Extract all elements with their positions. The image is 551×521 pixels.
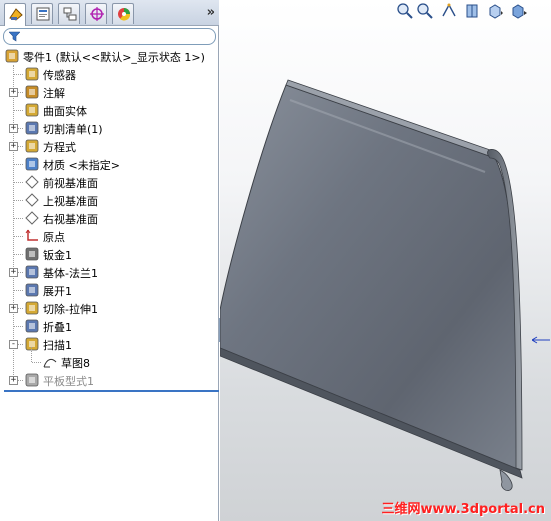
tree-item-7[interactable]: 前视基准面 (0, 173, 219, 191)
tree-item-label: 展开1 (43, 285, 72, 298)
tree-item-label: 注解 (43, 87, 65, 100)
feature-manager-panel: » 零件1 (默认<<默认>_显示状态 1>) 传感器 + 注解曲面实体 + 切割清单(1… (0, 0, 219, 521)
plane-icon (25, 175, 39, 189)
expand-toggle[interactable]: + (9, 124, 18, 133)
tree-item-label: 草图8 (61, 357, 90, 370)
tree-item-label: 基体-法兰1 (43, 267, 98, 280)
tree-item-label: 方程式 (43, 141, 76, 154)
tree-item-label: 传感器 (43, 69, 76, 82)
tree-item-3[interactable]: 曲面实体 (0, 101, 219, 119)
tree-item-14[interactable]: + 切除-拉伸1 (0, 299, 219, 317)
tree-item-label: 扫描1 (43, 339, 72, 352)
tree-item-13[interactable]: 展开1 (0, 281, 219, 299)
expand-toggle[interactable]: + (9, 304, 18, 313)
site-watermark: 三维网www.3dportal.cn (381, 502, 545, 517)
tree-item-label: 平板型式1 (43, 375, 94, 388)
tree-item-2[interactable]: + 注解 (0, 83, 219, 101)
manager-tab-bar: » (0, 0, 219, 26)
tree-branch-line (32, 362, 41, 363)
tree-branch-line (14, 290, 23, 291)
display-manager-icon (118, 8, 131, 21)
graphics-viewport[interactable]: 三维网www.3dportal.cn (220, 0, 551, 521)
part-icon (5, 49, 19, 63)
tree-item-1[interactable]: 传感器 (0, 65, 219, 83)
tree-branch-line (14, 326, 23, 327)
sketch-icon (43, 358, 57, 368)
tree-child-guide (31, 347, 32, 362)
tree-item-label: 材质 <未指定> (43, 159, 120, 172)
equation-icon (25, 139, 39, 153)
expand-toggle[interactable]: + (9, 142, 18, 151)
configurationmanager-tab[interactable] (58, 3, 80, 24)
base-flange-icon (25, 265, 39, 279)
featuremanager-tab[interactable] (4, 3, 26, 26)
rollback-bar[interactable] (4, 390, 219, 392)
propertymanager-tab[interactable] (31, 3, 53, 24)
sensor-icon (25, 67, 39, 81)
tree-item-15[interactable]: 折叠1 (0, 317, 219, 335)
property-manager-icon (36, 7, 50, 21)
feature-filter-input[interactable] (3, 28, 216, 45)
dimxpert-tab[interactable] (85, 3, 107, 24)
tree-item-16[interactable]: - 扫描1 (0, 335, 219, 353)
tree-item-5[interactable]: + 方程式 (0, 137, 219, 155)
tree-branch-line (14, 110, 23, 111)
filter-icon (9, 31, 20, 42)
feature-tree-icon (9, 8, 23, 21)
expand-toggle[interactable]: + (9, 88, 18, 97)
tree-item-label: 折叠1 (43, 321, 72, 334)
tree-item-label: 上视基准面 (43, 195, 98, 208)
tree-branch-line (14, 254, 23, 255)
expand-panel-chevron[interactable]: » (207, 5, 216, 20)
tree-item-label: 曲面实体 (43, 105, 87, 118)
expand-toggle[interactable]: + (9, 268, 18, 277)
fold-icon (25, 319, 39, 333)
tree-item-10[interactable]: 原点 (0, 227, 219, 245)
tree-item-label: 切割清单(1) (43, 123, 103, 136)
dimxpert-icon (90, 7, 104, 21)
collapse-toggle[interactable]: - (9, 340, 18, 349)
sheet-metal-icon (25, 247, 39, 261)
cut-extrude-icon (25, 301, 39, 315)
tree-branch-line (14, 236, 23, 237)
tree-branch-line (14, 200, 23, 201)
tree-branch-line (14, 74, 23, 75)
tree-item-11[interactable]: 钣金1 (0, 245, 219, 263)
tree-branch-line (14, 164, 23, 165)
expand-toggle[interactable]: + (9, 376, 18, 385)
tree-item-9[interactable]: 右视基准面 (0, 209, 219, 227)
tree-item-18[interactable]: + 平板型式1 (0, 371, 219, 389)
tree-item-0[interactable]: 零件1 (默认<<默认>_显示状态 1>) (0, 47, 219, 65)
flat-pattern-icon (25, 373, 39, 387)
sweep-icon (25, 337, 39, 351)
tree-item-label: 零件1 (默认<<默认>_显示状态 1>) (23, 51, 205, 64)
tree-item-label: 右视基准面 (43, 213, 98, 226)
annotation-icon (25, 85, 39, 99)
unfold-icon (25, 283, 39, 297)
display-manager-tab[interactable] (112, 3, 134, 24)
tree-item-label: 钣金1 (43, 249, 72, 262)
plane-icon (25, 193, 39, 207)
tree-item-4[interactable]: + 切割清单(1) (0, 119, 219, 137)
sheet-metal-part-model[interactable] (220, 0, 551, 521)
tree-item-label: 前视基准面 (43, 177, 98, 190)
tree-item-12[interactable]: + 基体-法兰1 (0, 263, 219, 281)
cut-list-icon (25, 121, 39, 135)
tree-item-label: 切除-拉伸1 (43, 303, 98, 316)
tree-item-6[interactable]: 材质 <未指定> (0, 155, 219, 173)
tree-item-17[interactable]: 草图8 (0, 347, 219, 371)
configuration-manager-icon (63, 7, 77, 21)
direction-arrow-icon (532, 336, 550, 344)
origin-icon (25, 229, 38, 241)
tree-item-8[interactable]: 上视基准面 (0, 191, 219, 209)
plane-icon (25, 211, 39, 225)
surface-body-icon (25, 103, 39, 117)
material-icon (25, 157, 39, 171)
tree-branch-line (14, 218, 23, 219)
tree-item-label: 原点 (43, 231, 65, 244)
tree-branch-line (14, 182, 23, 183)
